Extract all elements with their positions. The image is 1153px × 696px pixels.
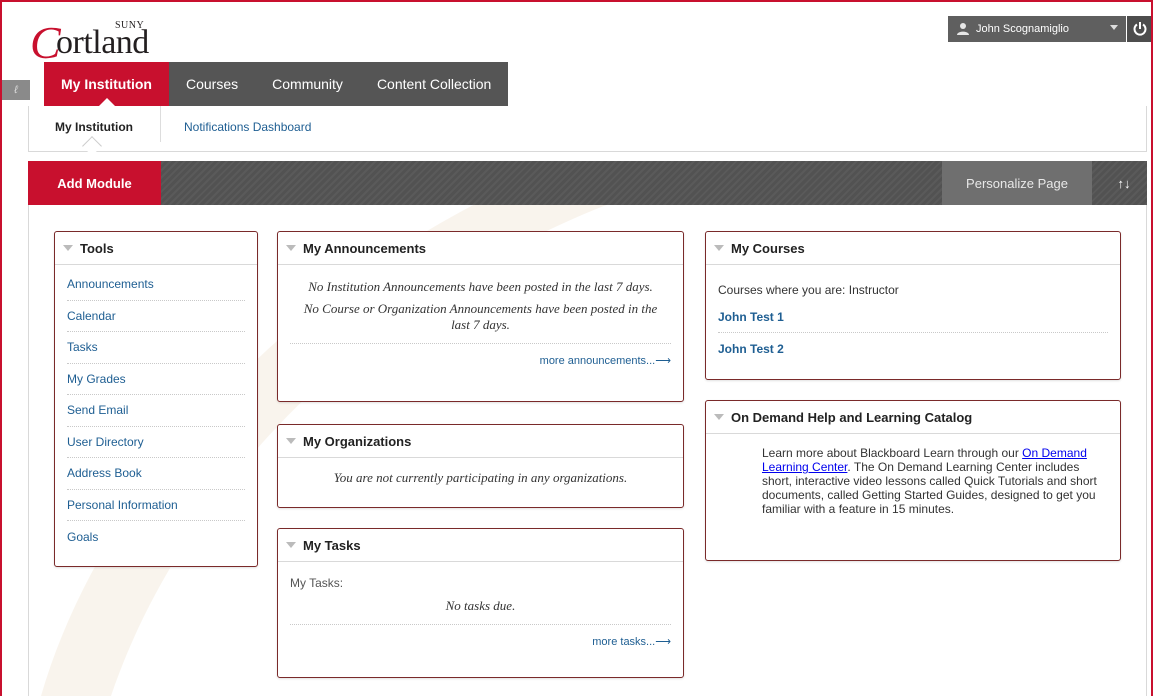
module-header[interactable]: My Courses xyxy=(706,232,1120,265)
user-name: John Scognamiglio xyxy=(976,23,1069,35)
tool-link-my-grades[interactable]: My Grades xyxy=(67,364,245,395)
more-announcements-link[interactable]: more announcements...⟶ xyxy=(290,343,671,367)
logo-suny: SUNY xyxy=(115,20,145,31)
collapse-triangle-icon[interactable] xyxy=(286,438,296,444)
course-link[interactable]: John Test 1 xyxy=(718,301,1108,333)
subnav-divider xyxy=(160,106,161,142)
announcements-module: My Announcements No Institution Announce… xyxy=(277,231,684,402)
institution-announcements-message: No Institution Announcements have been p… xyxy=(308,279,653,294)
tool-link-calendar[interactable]: Calendar xyxy=(67,301,245,332)
module-title: My Organizations xyxy=(303,433,412,449)
module-title: On Demand Help and Learning Catalog xyxy=(731,409,973,425)
module-header[interactable]: My Tasks xyxy=(278,529,683,562)
tasks-module: My Tasks My Tasks: No tasks due. more ta… xyxy=(277,528,684,678)
module-header[interactable]: Tools xyxy=(55,232,257,265)
chevron-down-icon xyxy=(1110,25,1118,30)
module-title: My Announcements xyxy=(303,240,427,256)
tab-courses[interactable]: Courses xyxy=(169,62,256,106)
sub-navigation: My Institution Notifications Dashboard xyxy=(28,106,1147,156)
module-title: Tools xyxy=(80,240,114,256)
tasks-message: No tasks due. xyxy=(445,598,516,613)
module-title: My Courses xyxy=(731,240,805,256)
subnav-notifications-dashboard[interactable]: Notifications Dashboard xyxy=(184,120,311,134)
tool-link-send-email[interactable]: Send Email xyxy=(67,395,245,427)
add-module-button[interactable]: Add Module xyxy=(28,161,161,205)
on-demand-text-before: Learn more about Blackboard Learn throug… xyxy=(762,446,1023,460)
logout-button[interactable] xyxy=(1127,16,1153,42)
courses-module: My Courses Courses where you are: Instru… xyxy=(705,231,1121,380)
power-icon xyxy=(1133,22,1147,36)
module-title: My Tasks xyxy=(303,537,361,553)
module-header[interactable]: My Announcements xyxy=(278,232,683,265)
module-body: Courses where you are: Instructor John T… xyxy=(706,265,1120,373)
collapse-triangle-icon[interactable] xyxy=(714,245,724,251)
more-tasks-link[interactable]: more tasks...⟶ xyxy=(290,624,671,648)
tool-link-announcements[interactable]: Announcements xyxy=(67,269,245,301)
tool-link-goals[interactable]: Goals xyxy=(67,521,245,553)
tool-link-personal-information[interactable]: Personal Information xyxy=(67,490,245,521)
user-bar: John Scognamiglio xyxy=(948,16,1153,42)
tools-list: Announcements Calendar Tasks My Grades S… xyxy=(55,265,257,553)
module-header[interactable]: My Organizations xyxy=(278,425,683,458)
main-tabs: My Institution Courses Community Content… xyxy=(44,62,509,107)
tab-content-collection[interactable]: Content Collection xyxy=(359,62,509,106)
on-demand-description: Learn more about Blackboard Learn throug… xyxy=(706,434,1120,516)
page-header: C ortland SUNY John Scognamiglio ℓ My In… xyxy=(0,0,1153,115)
tool-link-user-directory[interactable]: User Directory xyxy=(67,427,245,458)
collapse-triangle-icon[interactable] xyxy=(286,245,296,251)
course-announcements-message: No Course or Organization Announcements … xyxy=(303,301,658,332)
tools-module: Tools Announcements Calendar Tasks My Gr… xyxy=(54,231,258,567)
tab-community[interactable]: Community xyxy=(255,62,360,106)
module-body: No Institution Announcements have been p… xyxy=(278,265,683,375)
user-menu-button[interactable]: John Scognamiglio xyxy=(948,16,1126,42)
course-link[interactable]: John Test 2 xyxy=(718,333,1108,365)
organizations-module: My Organizations You are not currently p… xyxy=(277,424,684,508)
tasks-label: My Tasks: xyxy=(290,576,344,590)
module-header[interactable]: On Demand Help and Learning Catalog xyxy=(706,401,1120,434)
organizations-message: You are not currently participating in a… xyxy=(333,470,628,485)
subnav-my-institution[interactable]: My Institution xyxy=(55,120,133,134)
page-toolbar: Add Module Personalize Page ↑↓ xyxy=(28,161,1147,205)
reorder-icon[interactable]: ↑↓ xyxy=(1104,161,1144,205)
collapse-triangle-icon[interactable] xyxy=(714,414,724,420)
courses-role-line: Courses where you are: Instructor xyxy=(718,283,899,297)
module-area: Tools Announcements Calendar Tasks My Gr… xyxy=(28,205,1147,696)
tool-link-tasks[interactable]: Tasks xyxy=(67,332,245,364)
collapse-triangle-icon[interactable] xyxy=(286,542,296,548)
personalize-page-button[interactable]: Personalize Page xyxy=(942,161,1092,205)
tab-my-institution[interactable]: My Institution xyxy=(44,62,169,107)
tool-link-address-book[interactable]: Address Book xyxy=(67,458,245,490)
on-demand-help-module: On Demand Help and Learning Catalog Lear… xyxy=(705,400,1121,561)
collapse-triangle-icon[interactable] xyxy=(63,245,73,251)
subnav-active-pointer xyxy=(82,136,102,156)
person-icon xyxy=(957,23,969,35)
module-body: You are not currently participating in a… xyxy=(278,458,683,494)
module-body: My Tasks: No tasks due. more tasks...⟶ xyxy=(278,562,683,656)
pin-icon[interactable]: ℓ xyxy=(2,80,30,100)
